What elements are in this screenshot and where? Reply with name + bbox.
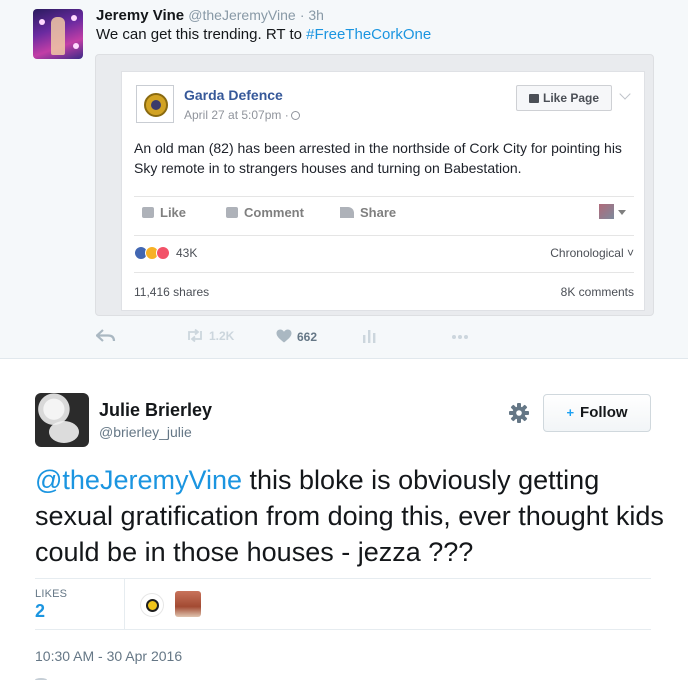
sort-order-label: Chronological ˅ bbox=[550, 246, 634, 260]
julie-brierley-avatar[interactable] bbox=[35, 393, 89, 447]
hashtag-link[interactable]: #FreeTheCorkOne bbox=[306, 26, 431, 43]
love-reaction-icon bbox=[156, 246, 170, 260]
retweet-button[interactable]: 1.2K bbox=[186, 328, 235, 343]
facebook-shares-row: 11,416 shares 8K comments bbox=[134, 272, 634, 306]
tweet-stats: LIKES 2 bbox=[35, 578, 651, 630]
chevron-down-icon bbox=[619, 88, 631, 100]
parent-author-handle[interactable]: @theJeremyVine bbox=[188, 7, 295, 23]
facebook-share-action: Share bbox=[340, 205, 396, 220]
tweet-timestamp[interactable]: 10:30 AM - 30 Apr 2016 bbox=[35, 648, 182, 664]
parent-tweet-time[interactable]: · 3h bbox=[300, 7, 324, 23]
likes-label: LIKES bbox=[35, 588, 68, 600]
gear-icon[interactable] bbox=[508, 402, 530, 424]
thumbs-up-icon bbox=[528, 94, 539, 103]
parent-tweet-header: Jeremy Vine @theJeremyVine · 3h bbox=[96, 7, 324, 24]
reply-author-handle[interactable]: @brierley_julie bbox=[99, 424, 192, 440]
more-options-button[interactable] bbox=[450, 329, 470, 346]
retweet-count: 1.2K bbox=[209, 329, 235, 343]
retweet-icon bbox=[188, 328, 202, 343]
thumbs-up-icon bbox=[142, 207, 154, 218]
reaction-count: 43K bbox=[176, 246, 198, 260]
globe-icon bbox=[290, 111, 300, 120]
liker-avatar[interactable] bbox=[140, 593, 164, 617]
caret-down-icon bbox=[618, 210, 626, 215]
reply-author-name[interactable]: Julie Brierley bbox=[99, 400, 212, 421]
like-page-button: Like Page bbox=[516, 85, 612, 111]
like-button[interactable]: 662 bbox=[276, 329, 317, 344]
liker-avatar[interactable] bbox=[175, 591, 201, 617]
share-arrow-icon bbox=[340, 207, 354, 218]
facebook-post: Garda Defence April 27 at 5:07pm · Like … bbox=[121, 71, 645, 311]
garda-badge-icon bbox=[136, 85, 174, 123]
facebook-post-date: April 27 at 5:07pm · bbox=[184, 108, 300, 122]
parent-tweet-text: We can get this trending. RT to #FreeThe… bbox=[96, 26, 431, 43]
facebook-reactions-row: 43K Chronological ˅ bbox=[134, 235, 634, 269]
likes-count[interactable]: 2 bbox=[35, 601, 45, 622]
analytics-button[interactable] bbox=[362, 329, 376, 346]
share-count: 11,416 shares bbox=[134, 285, 210, 299]
embedded-facebook-screenshot[interactable]: Garda Defence April 27 at 5:07pm · Like … bbox=[95, 54, 654, 316]
like-count: 662 bbox=[297, 330, 318, 344]
parent-tweet-text-prefix: We can get this trending. RT to bbox=[96, 26, 307, 43]
comment-count: 8K comments bbox=[560, 285, 634, 299]
parent-tweet[interactable]: Jeremy Vine @theJeremyVine · 3h We can g… bbox=[0, 0, 688, 359]
facebook-comment-action: Comment bbox=[226, 205, 304, 220]
bottom-divider bbox=[35, 678, 47, 682]
stats-divider bbox=[124, 579, 125, 629]
more-icon bbox=[452, 335, 468, 339]
comment-icon bbox=[226, 207, 238, 218]
mention-link[interactable]: @theJeremyVine bbox=[35, 465, 242, 495]
profile-thumbnail bbox=[599, 204, 614, 219]
facebook-action-bar: Like Comment Share bbox=[134, 196, 634, 230]
parent-tweet-actions: 1.2K 662 bbox=[95, 326, 496, 350]
heart-icon bbox=[276, 329, 292, 343]
reply-button[interactable] bbox=[95, 329, 116, 346]
reply-tweet-text: @theJeremyVine this bloke is obviously g… bbox=[35, 462, 665, 570]
facebook-like-action: Like bbox=[142, 205, 186, 220]
analytics-icon bbox=[363, 330, 376, 343]
jeremy-vine-avatar[interactable] bbox=[33, 9, 83, 59]
facebook-page-name: Garda Defence bbox=[184, 87, 283, 103]
add-person-icon: + bbox=[566, 405, 575, 420]
facebook-post-body: An old man (82) has been arrested in the… bbox=[134, 140, 622, 176]
follow-button[interactable]: + Follow bbox=[543, 394, 651, 432]
parent-author-name[interactable]: Jeremy Vine bbox=[96, 7, 184, 24]
reply-icon bbox=[95, 329, 116, 342]
